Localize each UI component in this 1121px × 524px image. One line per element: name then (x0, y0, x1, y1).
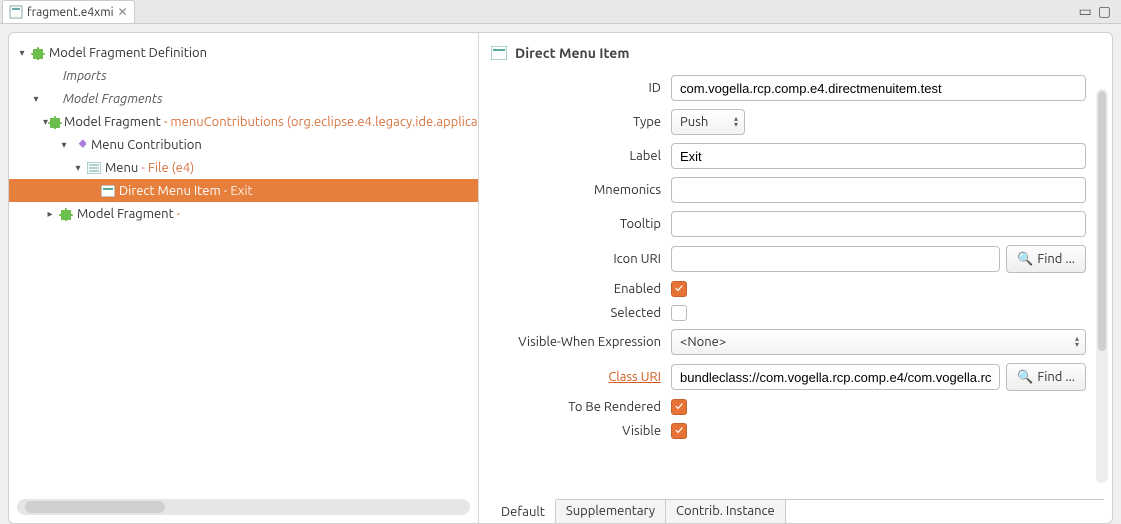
label-tbr: To Be Rendered (491, 400, 671, 414)
label-mnemonics: Mnemonics (491, 183, 671, 197)
row-enabled: Enabled (491, 281, 1086, 297)
tree-label: Model Fragments (61, 92, 163, 106)
expander-icon[interactable]: ▸ (43, 208, 57, 220)
form-area: ID Type Push ▴▾ Label Mnemonics (491, 75, 1104, 495)
toolbar-right: ▭ ▢ (1079, 0, 1121, 23)
scrollbar-thumb[interactable] (1098, 91, 1106, 351)
expander-icon[interactable]: ▾ (57, 139, 71, 151)
id-field[interactable] (671, 75, 1086, 101)
close-icon[interactable]: ✕ (118, 5, 128, 19)
row-mnemonics: Mnemonics (491, 177, 1086, 203)
selected-checkbox[interactable] (671, 305, 687, 321)
label-enabled: Enabled (491, 282, 671, 296)
row-label: Label (491, 143, 1086, 169)
label-iconuri: Icon URI (491, 252, 671, 266)
minimize-icon[interactable]: ▭ (1079, 3, 1092, 20)
editor-tabbar: fragment.e4xmi ✕ ▭ ▢ (0, 0, 1121, 24)
expander-icon[interactable]: ▾ (71, 162, 85, 174)
row-vwe: Visible-When Expression <None> ▴▾ (491, 329, 1086, 355)
tree-row-imports[interactable]: Imports (9, 64, 478, 87)
label-label: Label (491, 149, 671, 163)
label-type: Type (491, 115, 671, 129)
diamond-icon (71, 139, 89, 151)
row-tooltip: Tooltip (491, 211, 1086, 237)
horizontal-scrollbar[interactable] (17, 499, 470, 515)
row-visible: Visible (491, 423, 1086, 439)
classuri-field[interactable] (671, 364, 1000, 390)
iconuri-field[interactable] (671, 246, 1000, 272)
vwe-select[interactable]: <None> ▴▾ (671, 329, 1086, 355)
details-pane: Direct Menu Item ID Type Push ▴▾ Label (479, 33, 1112, 523)
maximize-icon[interactable]: ▢ (1098, 3, 1111, 20)
editor-tab[interactable]: fragment.e4xmi ✕ (2, 0, 135, 23)
tree-row-directmenuitem[interactable]: Direct Menu Item - Exit (9, 179, 478, 202)
tree-row-fragment-1[interactable]: ▾ Model Fragment - menuContributions (or… (9, 110, 478, 133)
chevron-updown-icon: ▴▾ (734, 116, 738, 128)
type-select[interactable]: Push ▴▾ (671, 109, 745, 135)
file-icon (9, 5, 23, 19)
expander-icon[interactable]: ▾ (29, 93, 43, 105)
tree-label: Direct Menu Item - Exit (117, 184, 253, 198)
label-field[interactable] (671, 143, 1086, 169)
tree-label: Menu - File (e4) (103, 161, 194, 175)
tree-label: Model Fragment - menuContributions (org.… (62, 115, 478, 129)
visible-checkbox[interactable] (671, 423, 687, 439)
label-tooltip: Tooltip (491, 217, 671, 231)
vertical-scrollbar[interactable] (1096, 89, 1108, 483)
search-icon: 🔍 (1017, 370, 1033, 385)
tree-label: Imports (61, 69, 107, 83)
row-selected: Selected (491, 305, 1086, 321)
tab-supplementary[interactable]: Supplementary (556, 500, 666, 523)
tab-contrib-instance[interactable]: Contrib. Instance (666, 500, 786, 523)
tab-default[interactable]: Default (491, 499, 556, 523)
search-icon: 🔍 (1017, 252, 1033, 267)
row-iconuri: Icon URI 🔍 Find ... (491, 245, 1086, 273)
row-tbr: To Be Rendered (491, 399, 1086, 415)
scrollbar-thumb[interactable] (25, 501, 165, 513)
menuitem-icon (99, 185, 117, 197)
menu-icon (85, 162, 103, 174)
chevron-updown-icon: ▴▾ (1075, 336, 1079, 348)
row-classuri: Class URI 🔍 Find ... (491, 363, 1086, 391)
label-vwe: Visible-When Expression (491, 335, 671, 349)
details-header: Direct Menu Item (491, 45, 1104, 61)
tree-row-root[interactable]: ▾ Model Fragment Definition (9, 41, 478, 64)
row-type: Type Push ▴▾ (491, 109, 1086, 135)
label-id: ID (491, 81, 671, 95)
detail-tabs: Default Supplementary Contrib. Instance (491, 499, 1104, 523)
puzzle-icon (29, 46, 47, 60)
puzzle-icon (48, 115, 62, 129)
find-iconuri-button[interactable]: 🔍 Find ... (1006, 245, 1086, 273)
tree-row-fragment-2[interactable]: ▸ Model Fragment - (9, 202, 478, 225)
tree-row-menucontrib[interactable]: ▾ Menu Contribution (9, 133, 478, 156)
row-id: ID (491, 75, 1086, 101)
tbr-checkbox[interactable] (671, 399, 687, 415)
label-classuri[interactable]: Class URI (491, 370, 671, 384)
enabled-checkbox[interactable] (671, 281, 687, 297)
model-tree: ▾ Model Fragment Definition Imports ▾ Mo… (9, 41, 478, 495)
label-visible: Visible (491, 424, 671, 438)
editor-tab-label: fragment.e4xmi (27, 6, 114, 19)
tree-row-fragments[interactable]: ▾ Model Fragments (9, 87, 478, 110)
find-classuri-button[interactable]: 🔍 Find ... (1006, 363, 1086, 391)
label-selected: Selected (491, 306, 671, 320)
tree-pane: ▾ Model Fragment Definition Imports ▾ Mo… (9, 33, 479, 523)
tooltip-field[interactable] (671, 211, 1086, 237)
tree-label: Menu Contribution (89, 138, 202, 152)
tree-label: Model Fragment Definition (47, 46, 207, 60)
tree-row-menu[interactable]: ▾ Menu - File (e4) (9, 156, 478, 179)
main-split: ▾ Model Fragment Definition Imports ▾ Mo… (8, 32, 1113, 524)
puzzle-icon (57, 207, 75, 221)
menuitem-icon (491, 46, 507, 60)
tree-label: Model Fragment - (75, 207, 180, 221)
details-title: Direct Menu Item (515, 45, 629, 61)
expander-icon[interactable]: ▾ (15, 47, 29, 59)
mnemonics-field[interactable] (671, 177, 1086, 203)
